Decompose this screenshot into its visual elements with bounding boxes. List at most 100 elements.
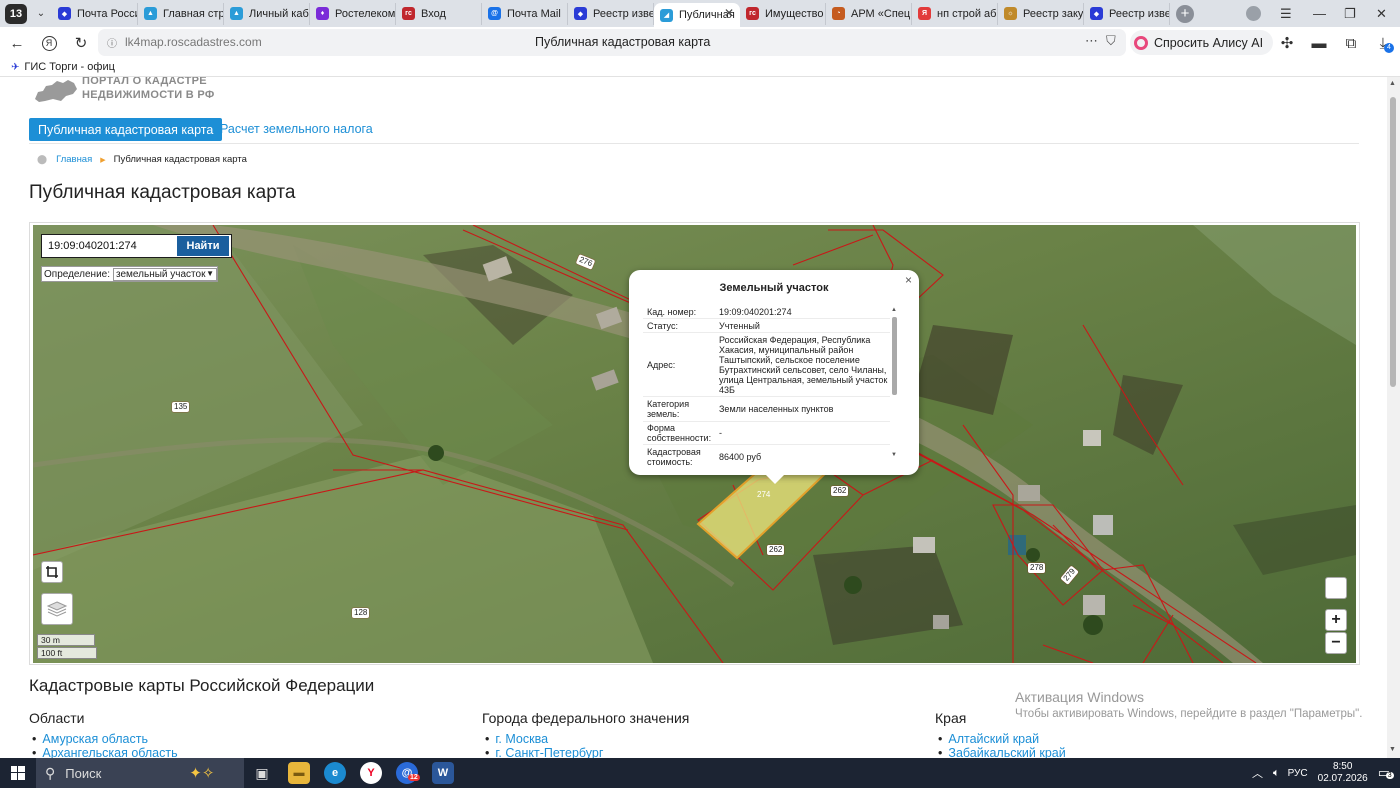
browser-tab[interactable]: ◆ Реестр изве [568, 2, 654, 25]
breadcrumb-home-link[interactable]: Главная [56, 154, 92, 165]
minimize-icon[interactable]: — [1313, 0, 1326, 27]
popup-body[interactable]: Кад. номер: 19:09:040201:274 Статус: Учтен… [643, 305, 890, 468]
tabs-dropdown-icon[interactable]: ⌄ [30, 4, 52, 24]
measure-tool-button[interactable] [41, 561, 63, 583]
parcel-label[interactable]: 135 [172, 402, 190, 412]
list-item-link[interactable]: Амурская область [32, 732, 178, 746]
reload-icon[interactable]: ↻ [70, 32, 92, 54]
scroll-up-icon[interactable]: ▲ [1389, 80, 1396, 87]
tab-favicon-icon: Я [918, 7, 931, 20]
mail-app-icon[interactable]: @12 [396, 762, 420, 784]
tab-favicon-icon: ▲ [230, 7, 243, 20]
search-icon: ⚲ [45, 764, 56, 781]
site-logo-text[interactable]: ПОРТАЛ О КАДАСТРЕ НЕДВИЖИМОСТИ В РФ [82, 77, 215, 102]
alice-icon [1134, 35, 1148, 50]
browser-tab[interactable]: Янп строй аб [912, 2, 998, 25]
restore-icon[interactable]: ❐ [1344, 0, 1356, 27]
browser-tab-bar: 13 ⌄ ◆Почта России ▲Главная стр ▲Личный … [0, 0, 1400, 27]
popup-scrollbar[interactable]: ▲ ▼ [891, 307, 898, 462]
download-icon[interactable]: ⤓ 4 [1372, 32, 1394, 54]
browser-tab[interactable]: ▲ Личный каб [224, 2, 310, 25]
layers-button[interactable] [41, 593, 73, 625]
more-icon[interactable]: ⋯ [1085, 33, 1098, 49]
popup-row: Адрес: Российская Федерация, Республика Х… [643, 333, 890, 397]
parcel-label[interactable]: 262 [831, 486, 849, 496]
browser-tab[interactable]: ☼ Реестр заку [998, 2, 1084, 25]
url-field[interactable]: ⓘ lk4map.roscadastres.com Публичная када… [98, 29, 1126, 56]
cadastral-number-input[interactable] [42, 235, 177, 257]
wallet-icon[interactable]: ▬ [1308, 32, 1330, 54]
collections-icon[interactable]: ⧉ [1340, 32, 1362, 54]
list-item-link[interactable]: Архангельская область [32, 746, 177, 758]
file-explorer-icon[interactable]: ▬ [288, 762, 310, 784]
volume-icon[interactable]: 🔈︎ [1273, 767, 1280, 780]
page-content: ПОРТАЛ О КАДАСТРЕ НЕДВИЖИМОСТИ В РФ Публи… [0, 77, 1387, 758]
cadastral-map[interactable]: 276 135 128 274 262 262 278 279 Найти Оп… [33, 225, 1356, 663]
browser-tab[interactable]: ◆ Реестр изве [1084, 2, 1170, 25]
tray-expand-icon[interactable]: ︿ [1252, 765, 1263, 781]
browser-tab[interactable]: ♦ Ростелеком [310, 2, 396, 25]
page-scroll-thumb[interactable] [1390, 97, 1396, 387]
bookmark-item[interactable]: ГИС Торги - офиц [24, 61, 115, 73]
browser-tab[interactable]: ◔ АРМ «Спец [826, 2, 912, 25]
parcel-label[interactable]: 262 [767, 545, 785, 555]
new-tab-icon[interactable]: + [1176, 4, 1194, 23]
menu-icon[interactable]: ☰ [1280, 0, 1292, 27]
browser-tab[interactable]: гс Вход [396, 2, 482, 25]
profile-icon[interactable] [1246, 0, 1261, 27]
word-icon[interactable]: W [432, 762, 454, 784]
scroll-up-icon[interactable]: ▲ [891, 307, 897, 313]
popup-title: Земельный участок [719, 282, 829, 294]
scroll-down-icon[interactable]: ▼ [891, 452, 897, 458]
taskbar-search[interactable]: ⚲ Поиск ✦✧ [36, 758, 244, 788]
task-view-icon[interactable]: ▣ [251, 762, 273, 784]
zoom-in-button[interactable]: + [1325, 609, 1347, 631]
site-info-icon[interactable]: ⓘ [107, 35, 117, 50]
bookmark-icon[interactable]: ⛉ [1106, 33, 1116, 49]
parcel-label-selected[interactable]: 274 [755, 490, 772, 500]
language-indicator[interactable]: РУС [1288, 768, 1308, 779]
definition-row: Определение: земельный участок ▼ [41, 266, 218, 282]
ask-alice-button[interactable]: Спросить Алису AI [1130, 30, 1274, 55]
popup-scroll-thumb[interactable] [892, 317, 897, 395]
window-close-icon[interactable]: ✕ [1376, 0, 1387, 27]
browser-tab[interactable]: @ Почта Mail [482, 2, 568, 25]
list-item-link[interactable]: г. Санкт-Петербург [485, 746, 603, 758]
tab-favicon-icon: ◢ [660, 8, 673, 22]
back-icon[interactable]: ← [6, 32, 28, 54]
clock[interactable]: 8:50 02.07.2026 [1318, 761, 1368, 785]
list-item-link[interactable]: г. Москва [485, 732, 603, 746]
tab-favicon-icon: ◆ [1090, 7, 1103, 20]
yandex-browser-icon[interactable]: Y [360, 762, 382, 784]
popup-close-icon[interactable]: × [905, 273, 912, 287]
browser-tab[interactable]: гс Имущество [740, 2, 826, 25]
nav-public-cadastral-map[interactable]: Публичная кадастровая карта [29, 118, 223, 141]
find-button[interactable]: Найти [177, 236, 229, 256]
parcel-label[interactable]: 128 [352, 608, 370, 618]
page-scrollbar[interactable]: ▲ ▼ [1387, 77, 1400, 758]
popup-row: Кад. номер: 19:09:040201:274 [643, 305, 890, 319]
system-tray: ︿ 🔈︎ РУС 8:50 02.07.2026 ▭ 3 [1252, 758, 1400, 788]
browser-tab[interactable]: ◆Почта России [52, 2, 138, 25]
scroll-down-icon[interactable]: ▼ [1389, 746, 1396, 753]
extension-icon[interactable]: ✣ [1276, 32, 1298, 54]
tab-close-icon[interactable]: ✕ [724, 6, 734, 20]
zoom-out-button[interactable]: − [1325, 632, 1347, 654]
list-item-link[interactable]: Забайкальский край [938, 746, 1065, 758]
parcel-label[interactable]: 278 [1028, 563, 1046, 573]
definition-select[interactable]: земельный участок ▼ [113, 267, 217, 281]
nav-land-tax-calc[interactable]: Расчет земельного налога [220, 122, 373, 136]
yandex-icon[interactable]: Я [38, 32, 60, 54]
notifications-icon[interactable]: ▭ 3 [1378, 765, 1394, 781]
breadcrumb-arrow-icon: ▶ [100, 156, 106, 164]
browser-tab-active[interactable]: ◢ Публичная ✕ [654, 3, 740, 27]
browser-tab[interactable]: ▲ Главная стр [138, 2, 224, 25]
windows-taskbar: ⚲ Поиск ✦✧ ▣ ▬ e Y @12 W ︿ 🔈︎ РУС 8:50 0… [0, 758, 1400, 788]
tab-favicon-icon: ♦ [316, 7, 329, 20]
tab-favicon-icon: ◆ [574, 7, 587, 20]
edge-icon[interactable]: e [324, 762, 346, 784]
list-item-link[interactable]: Алтайский край [938, 732, 1066, 746]
start-button[interactable] [0, 758, 36, 788]
tab-count-badge[interactable]: 13 [5, 3, 27, 24]
fullscreen-button[interactable] [1325, 577, 1347, 599]
